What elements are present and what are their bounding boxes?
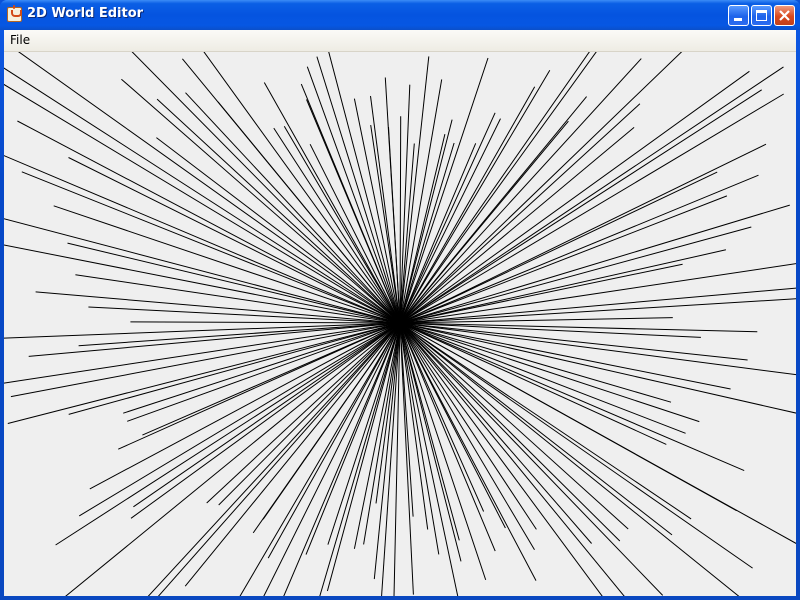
ray-line xyxy=(10,322,401,398)
drawing-canvas[interactable] xyxy=(4,52,796,596)
app-window: 2D World Editor File xyxy=(0,0,800,600)
ray-line xyxy=(399,287,796,324)
ray-line xyxy=(399,52,590,324)
ray-line xyxy=(78,322,401,347)
close-button[interactable] xyxy=(774,5,795,26)
close-icon xyxy=(779,10,790,21)
ray-line xyxy=(130,321,401,324)
ray-line xyxy=(399,204,790,324)
ray-line xyxy=(399,52,683,324)
ray-line xyxy=(399,70,551,324)
ray-line xyxy=(399,322,592,544)
menu-file[interactable]: File xyxy=(9,33,31,47)
maximize-button[interactable] xyxy=(751,5,772,26)
ray-line xyxy=(399,322,748,361)
ray-line xyxy=(53,205,401,324)
ray-line xyxy=(316,56,401,324)
ray-line xyxy=(65,322,401,596)
minimize-icon xyxy=(734,18,742,21)
ray-line xyxy=(131,52,401,324)
ray-line xyxy=(399,249,727,324)
ray-line xyxy=(133,322,401,508)
ray-line xyxy=(156,137,401,324)
ray-line xyxy=(184,322,401,587)
ray-line xyxy=(399,171,718,324)
ray-line xyxy=(127,322,401,422)
menu-bar: File xyxy=(4,30,796,52)
ray-line xyxy=(283,126,401,324)
window-title: 2D World Editor xyxy=(27,6,144,21)
ray-line xyxy=(21,171,401,324)
ray-line xyxy=(399,322,673,536)
ray-line xyxy=(273,127,401,324)
ray-line xyxy=(399,322,664,596)
ray-line xyxy=(399,116,402,324)
ray-line xyxy=(4,322,401,339)
ray-line xyxy=(4,67,401,324)
ray-line xyxy=(306,66,401,324)
ray-line xyxy=(399,322,701,338)
ray-line xyxy=(185,92,401,324)
ray-line xyxy=(55,322,401,546)
ray-line xyxy=(4,244,401,324)
ray-line xyxy=(130,322,401,519)
ray-line xyxy=(353,322,401,549)
ray-line xyxy=(67,242,401,324)
maximize-icon xyxy=(756,10,767,21)
ray-line xyxy=(156,98,401,324)
ray-line xyxy=(239,322,401,596)
starburst-drawing xyxy=(4,52,796,596)
ray-line xyxy=(399,93,784,324)
ray-line xyxy=(18,52,401,324)
ray-line xyxy=(399,70,750,324)
java-cup-icon xyxy=(7,5,22,22)
ray-line xyxy=(399,143,767,324)
ray-line xyxy=(4,155,401,324)
minimize-button[interactable] xyxy=(728,5,749,26)
ray-line xyxy=(203,52,401,324)
ray-line xyxy=(399,322,672,403)
ray-line xyxy=(399,56,430,324)
title-bar[interactable]: 2D World Editor xyxy=(0,0,800,30)
